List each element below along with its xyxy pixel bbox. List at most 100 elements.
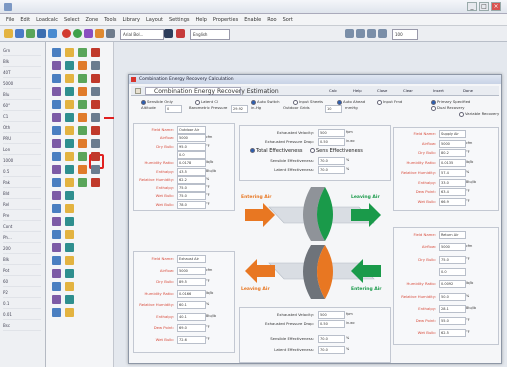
language-select[interactable]: English	[190, 29, 230, 40]
palette-tool-icon[interactable]	[52, 113, 61, 122]
field-input[interactable]: 5000	[439, 243, 466, 252]
zoom-in-icon[interactable]	[345, 29, 354, 38]
palette-tool-icon[interactable]	[91, 74, 100, 83]
menu-item[interactable]: Settings	[169, 14, 190, 26]
setting-input[interactable]: 0.50	[318, 138, 345, 146]
property-item[interactable]: 60	[3, 277, 41, 287]
field-input[interactable]: 0.0135	[439, 159, 466, 168]
palette-tool-icon[interactable]	[52, 282, 61, 291]
property-item[interactable]: C1	[3, 112, 41, 122]
palette-tool-icon[interactable]	[65, 217, 74, 226]
setting-input[interactable]: 0.50	[318, 320, 345, 328]
setting-input[interactable]: 70.0	[318, 335, 345, 343]
flag-icon[interactable]	[176, 29, 185, 38]
options-field[interactable]: 29.92	[231, 105, 248, 113]
palette-tool-icon[interactable]	[65, 74, 74, 83]
right-option[interactable]: Primary Specified	[431, 99, 470, 105]
setting-input[interactable]: 500	[318, 129, 345, 137]
palette-tool-icon[interactable]	[52, 87, 61, 96]
field-input[interactable]: 75.0	[177, 184, 206, 193]
palette-tool-icon[interactable]	[52, 256, 61, 265]
palette-tool-icon[interactable]	[52, 100, 61, 109]
field-input[interactable]: Outdoor Air	[177, 126, 206, 134]
right-option[interactable]: Variable Recovery	[459, 111, 499, 117]
palette-tool-icon[interactable]	[65, 100, 74, 109]
palette-tool-icon[interactable]	[65, 113, 74, 122]
palette-tool-icon[interactable]	[65, 139, 74, 148]
palette-tool-icon[interactable]	[52, 165, 61, 174]
palette-tool-icon[interactable]	[91, 126, 100, 135]
property-item[interactable]: Blk	[3, 255, 41, 265]
field-input[interactable]: 5000	[439, 139, 466, 148]
property-item[interactable]: 60°	[3, 101, 41, 111]
option-radio[interactable]: Sensible Only	[141, 99, 173, 105]
palette-tool-icon[interactable]	[78, 113, 87, 122]
palette-tool-icon[interactable]	[78, 165, 87, 174]
header-button-insert[interactable]: Insert	[431, 87, 446, 94]
field-input[interactable]: 0.0178	[177, 159, 206, 168]
property-item[interactable]: 0.1	[3, 299, 41, 309]
palette-tool-icon[interactable]	[65, 230, 74, 239]
menu-item[interactable]: Layout	[146, 14, 163, 26]
palette-tool-icon[interactable]	[65, 256, 74, 265]
field-input[interactable]: 0.0	[177, 150, 206, 159]
palette-tool-icon[interactable]	[78, 126, 87, 135]
field-input[interactable]: 95.0	[177, 142, 206, 151]
property-item[interactable]: Bsc	[3, 321, 41, 331]
menu-item[interactable]: File	[6, 14, 14, 26]
menu-item[interactable]: Enable	[244, 14, 261, 26]
pan-icon[interactable]	[378, 29, 387, 38]
option-radio[interactable]: Input Frnd	[377, 99, 402, 105]
field-input[interactable]: 0.0166	[177, 289, 206, 298]
property-item[interactable]: Bld	[3, 189, 41, 199]
menu-item[interactable]: Library	[123, 14, 140, 26]
open-icon[interactable]	[4, 29, 13, 38]
option-radio[interactable]: Auto Ahead	[337, 99, 365, 105]
property-item[interactable]: Blu	[3, 90, 41, 100]
palette-tool-icon[interactable]	[65, 282, 74, 291]
effectiveness-option[interactable]: Total Effectiveness	[250, 148, 303, 154]
print-icon[interactable]	[106, 29, 115, 38]
menu-item[interactable]: Properties	[213, 14, 238, 26]
palette-tool-icon[interactable]	[65, 165, 74, 174]
property-item[interactable]: Rel	[3, 200, 41, 210]
menu-item[interactable]: Edit	[20, 14, 30, 26]
field-input[interactable]: 60.1	[177, 301, 206, 309]
palette-tool-icon[interactable]	[52, 139, 61, 148]
header-button-close[interactable]: Close	[375, 87, 389, 94]
property-item[interactable]: P2	[3, 288, 41, 298]
palette-tool-icon[interactable]	[91, 152, 100, 161]
palette-tool-icon[interactable]	[65, 204, 74, 213]
palette-tool-icon[interactable]	[52, 217, 61, 226]
right-option[interactable]: Dual Recovery	[431, 105, 465, 111]
field-input[interactable]: 66.9	[439, 197, 466, 206]
option-radio[interactable]: Auto Switch	[251, 99, 280, 105]
close-button[interactable]: ×	[491, 2, 501, 11]
palette-tool-icon[interactable]	[91, 87, 100, 96]
field-input[interactable]: 63.4	[439, 188, 466, 197]
palette-tool-icon[interactable]	[78, 152, 87, 161]
fit-icon[interactable]	[367, 29, 376, 38]
palette-tool-icon[interactable]	[65, 87, 74, 96]
field-input[interactable]: 75.0	[177, 192, 206, 201]
property-item[interactable]: Oth	[3, 123, 41, 133]
zoom-out-icon[interactable]	[356, 29, 365, 38]
field-input[interactable]: 75.0	[439, 255, 466, 264]
minimize-button[interactable]: _	[467, 2, 477, 11]
palette-tool-icon[interactable]	[52, 74, 61, 83]
palette-tool-icon[interactable]	[91, 48, 100, 57]
menu-item[interactable]: Select	[64, 14, 79, 26]
header-button-help[interactable]: Help	[351, 87, 364, 94]
palette-tool-icon[interactable]	[78, 48, 87, 57]
property-item[interactable]: 40T	[3, 68, 41, 78]
palette-tool-icon[interactable]	[65, 178, 74, 187]
effectiveness-option[interactable]: Sens Effectiveness	[310, 148, 363, 154]
palette-tool-icon[interactable]	[78, 100, 87, 109]
palette-tool-icon[interactable]	[52, 61, 61, 70]
menu-item[interactable]: Help	[196, 14, 207, 26]
field-input[interactable]: 69.0	[177, 324, 206, 332]
palette-tool-icon[interactable]	[52, 308, 61, 317]
brush-icon[interactable]	[95, 29, 104, 38]
field-input[interactable]: Supply Air	[439, 130, 466, 138]
field-input[interactable]: 33.0	[439, 178, 466, 187]
